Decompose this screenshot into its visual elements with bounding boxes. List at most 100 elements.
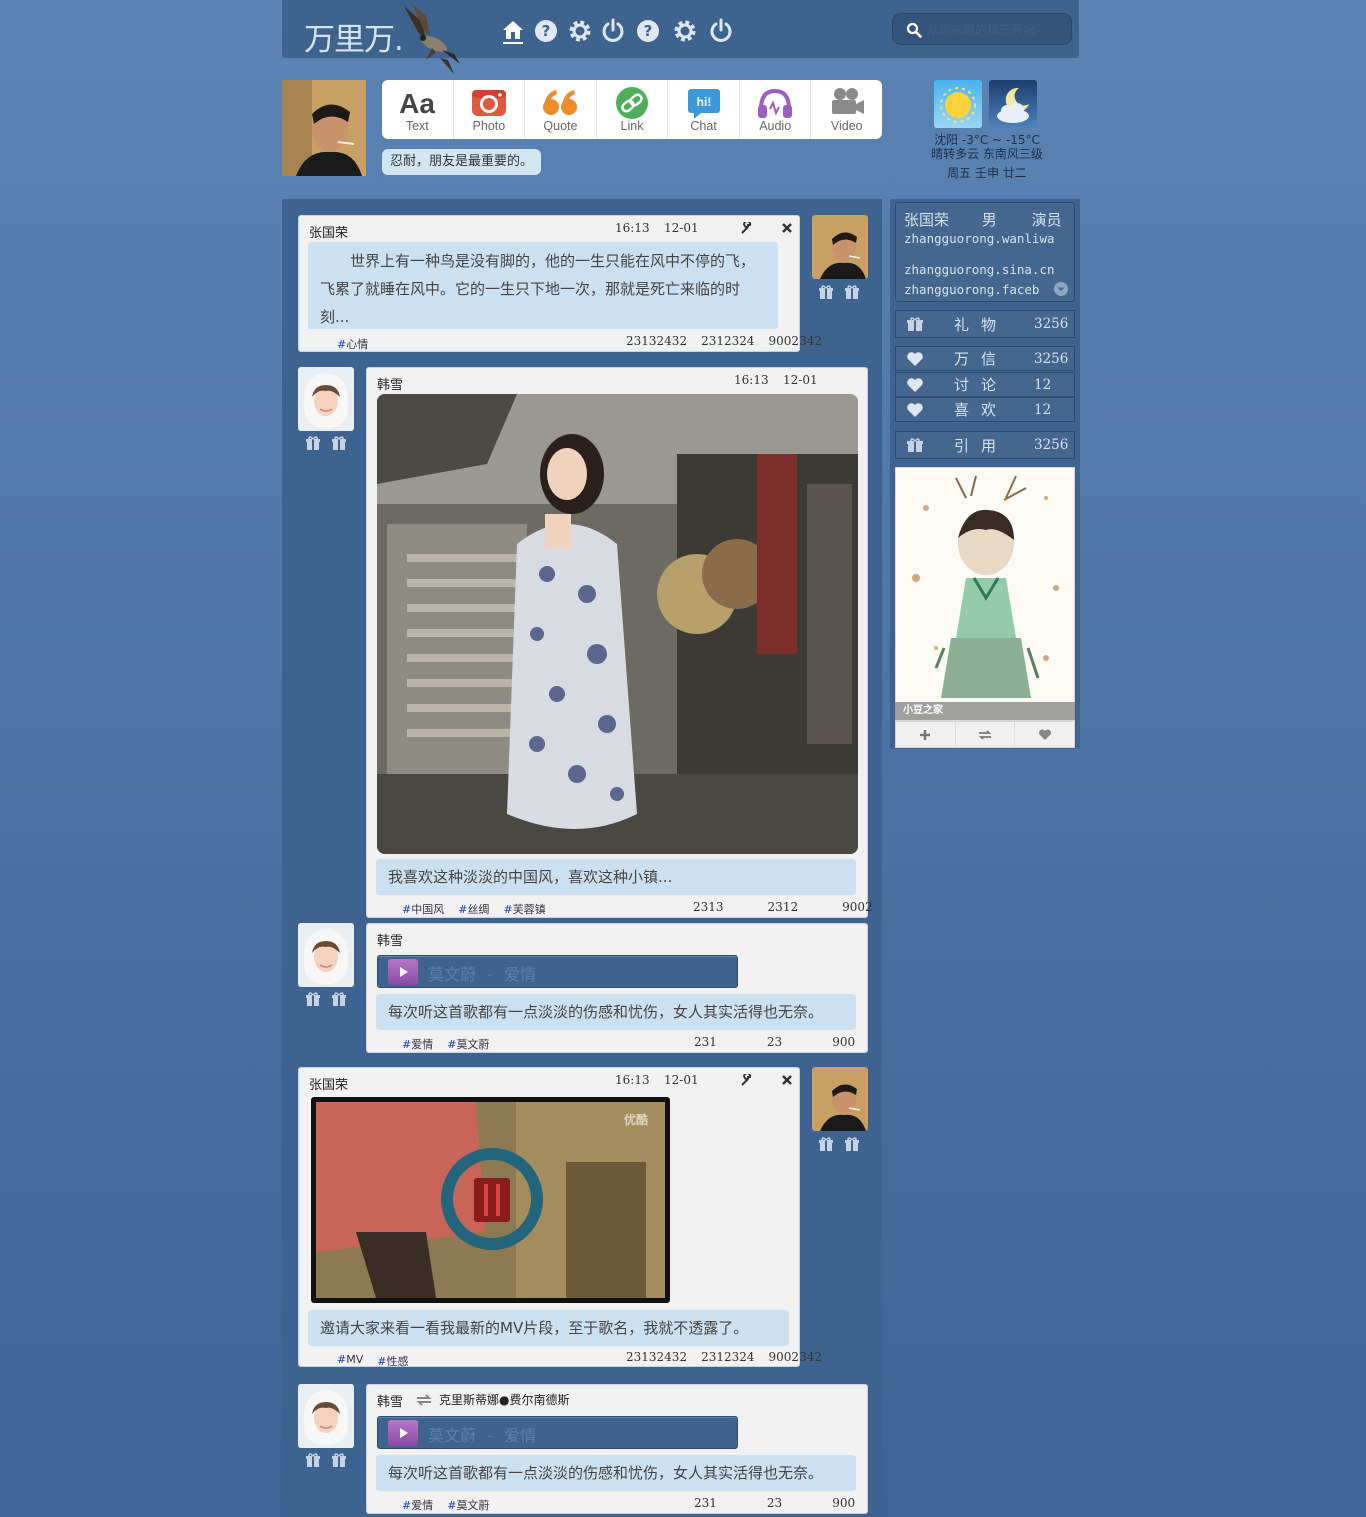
side-stat-value: 3256 bbox=[1034, 316, 1069, 332]
gift-icon[interactable] bbox=[305, 991, 321, 1007]
profile-name[interactable]: 张国荣 bbox=[904, 211, 949, 229]
post-photo[interactable] bbox=[377, 394, 858, 854]
stat-count[interactable]: 9002342 bbox=[760, 334, 822, 348]
profile-handle[interactable]: zhangguorong.faceb bbox=[904, 282, 1039, 297]
profile-handle[interactable]: zhangguorong.sina.cn bbox=[904, 262, 1055, 277]
search-input[interactable] bbox=[927, 20, 1063, 40]
post-date: 12-01 bbox=[783, 373, 818, 387]
side-stat-quotes[interactable]: 引用 3256 bbox=[895, 431, 1075, 459]
close-icon[interactable] bbox=[781, 1074, 793, 1086]
stat-count[interactable]: 2312324 bbox=[693, 334, 755, 348]
side-stat-messages[interactable]: 万信 3256 bbox=[895, 346, 1075, 371]
post-author[interactable]: 张国荣 bbox=[309, 222, 348, 241]
author-avatar[interactable] bbox=[298, 367, 354, 431]
side-stat-gifts[interactable]: 礼物 3256 bbox=[895, 310, 1075, 338]
post-author[interactable]: 韩雪 bbox=[377, 930, 403, 949]
video-player[interactable]: 优酷 bbox=[311, 1097, 670, 1303]
tag[interactable]: #MV bbox=[337, 1353, 363, 1369]
author-avatar[interactable] bbox=[298, 1384, 354, 1448]
tag[interactable]: #心情 bbox=[337, 336, 368, 352]
play-button[interactable] bbox=[388, 1420, 418, 1446]
stat-count[interactable]: 900 bbox=[824, 1035, 855, 1049]
stat-count[interactable]: 9002 bbox=[834, 900, 873, 914]
close-icon[interactable] bbox=[781, 222, 793, 234]
power-icon[interactable] bbox=[708, 18, 734, 44]
tag[interactable]: #爱情 bbox=[402, 1036, 433, 1052]
add-button[interactable] bbox=[896, 722, 956, 747]
wrench-icon[interactable] bbox=[741, 222, 753, 234]
repost-button[interactable] bbox=[956, 722, 1016, 747]
side-stat-likes[interactable]: 喜欢 12 bbox=[895, 397, 1075, 422]
tag[interactable]: #莫文蔚 bbox=[447, 1036, 489, 1052]
author-avatar[interactable] bbox=[812, 215, 868, 279]
logo-text[interactable]: 万里万. bbox=[304, 14, 404, 59]
power-icon[interactable] bbox=[600, 18, 626, 44]
stat-count[interactable]: 900 bbox=[824, 1496, 855, 1510]
stat-count[interactable]: 231 bbox=[686, 1496, 717, 1510]
gift-icon[interactable] bbox=[305, 435, 321, 451]
home-icon[interactable] bbox=[500, 18, 526, 44]
help-icon[interactable]: ? bbox=[635, 18, 661, 44]
post-video-button[interactable]: Video bbox=[811, 80, 882, 139]
stat-count[interactable]: 2312324 bbox=[693, 1350, 755, 1364]
stat-count[interactable]: 23132432 bbox=[617, 1350, 687, 1364]
like-button[interactable] bbox=[1015, 722, 1074, 747]
post-link-button[interactable]: Link bbox=[597, 80, 669, 139]
post-audio-button[interactable]: Audio bbox=[740, 80, 812, 139]
post-tags: #爱情 #莫文蔚 bbox=[402, 1036, 489, 1052]
repost-source[interactable]: 克里斯蒂娜●费尔南德斯 bbox=[439, 1391, 569, 1408]
author-avatar[interactable] bbox=[812, 1067, 868, 1131]
gift-icon[interactable] bbox=[844, 1136, 860, 1152]
stat-count[interactable]: 23132432 bbox=[617, 334, 687, 348]
help-icon[interactable]: ? bbox=[533, 18, 559, 44]
post-photo-button[interactable]: Photo bbox=[454, 80, 526, 139]
tag[interactable]: #性感 bbox=[377, 1353, 408, 1369]
post-card: 韩雪 16:13 12-01 我喜欢这种淡淡的中国风，喜欢这种小镇... #中国… bbox=[366, 367, 873, 918]
sun-weather-icon bbox=[934, 80, 982, 128]
post-chat-button[interactable]: hi! Chat bbox=[668, 80, 740, 139]
gift-icon[interactable] bbox=[331, 1452, 347, 1468]
stat-count[interactable]: 23 bbox=[758, 1496, 782, 1510]
gift-icon[interactable] bbox=[844, 284, 860, 300]
gift-icon[interactable] bbox=[331, 991, 347, 1007]
tag[interactable]: #丝绸 bbox=[458, 901, 489, 917]
stat-count[interactable]: 9002342 bbox=[760, 1350, 822, 1364]
gift-icon[interactable] bbox=[305, 1452, 321, 1468]
search-icon[interactable] bbox=[906, 22, 922, 38]
stat-count[interactable]: 231 bbox=[686, 1035, 717, 1049]
tag[interactable]: #芙蓉镇 bbox=[503, 901, 545, 917]
stat-count[interactable]: 2312 bbox=[759, 900, 798, 914]
post-tags: #心情 bbox=[337, 336, 368, 352]
post-quote-button[interactable]: Quote bbox=[525, 80, 597, 139]
profile-handle[interactable]: zhangguorong.wanliwa bbox=[904, 231, 1055, 246]
side-stat-discussions[interactable]: 讨论 12 bbox=[895, 372, 1075, 397]
play-button[interactable] bbox=[388, 959, 418, 985]
post-text-button[interactable]: Aa Text bbox=[382, 80, 454, 139]
post-author[interactable]: 张国荣 bbox=[309, 1074, 348, 1093]
tag[interactable]: #莫文蔚 bbox=[447, 1497, 489, 1513]
post-type-toolbar: Aa Text Photo Quote Link hi! Chat Audio … bbox=[382, 80, 882, 139]
tag[interactable]: #中国风 bbox=[402, 901, 444, 917]
chevron-down-icon[interactable] bbox=[1054, 282, 1068, 296]
post-stats: 23132432 2312324 9002342 bbox=[617, 334, 822, 348]
stat-count[interactable]: 2313 bbox=[685, 900, 724, 914]
gear-icon[interactable] bbox=[672, 18, 698, 44]
search-box[interactable] bbox=[892, 13, 1072, 45]
sidebar-illustration[interactable] bbox=[895, 467, 1075, 721]
gift-icon[interactable] bbox=[818, 284, 834, 300]
post-author[interactable]: 韩雪 bbox=[377, 374, 403, 393]
wrench-icon[interactable] bbox=[741, 1074, 753, 1086]
author-avatar[interactable] bbox=[298, 923, 354, 987]
audio-player[interactable]: 莫文蔚 - 爱情 bbox=[377, 1416, 738, 1449]
my-avatar[interactable] bbox=[282, 80, 366, 176]
audio-title: 莫文蔚 - 爱情 bbox=[428, 965, 536, 984]
post-author[interactable]: 韩雪 bbox=[377, 1391, 403, 1410]
weather-condition: 晴转多云 东南风三级 bbox=[931, 147, 1043, 161]
tag[interactable]: #爱情 bbox=[402, 1497, 433, 1513]
gift-icon[interactable] bbox=[818, 1136, 834, 1152]
status-motto[interactable]: 忍耐，朋友是最重要的。 bbox=[382, 149, 542, 175]
gear-icon[interactable] bbox=[567, 18, 593, 44]
gift-icon[interactable] bbox=[331, 435, 347, 451]
stat-count[interactable]: 23 bbox=[758, 1035, 782, 1049]
audio-player[interactable]: 莫文蔚 - 爱情 bbox=[377, 955, 738, 988]
